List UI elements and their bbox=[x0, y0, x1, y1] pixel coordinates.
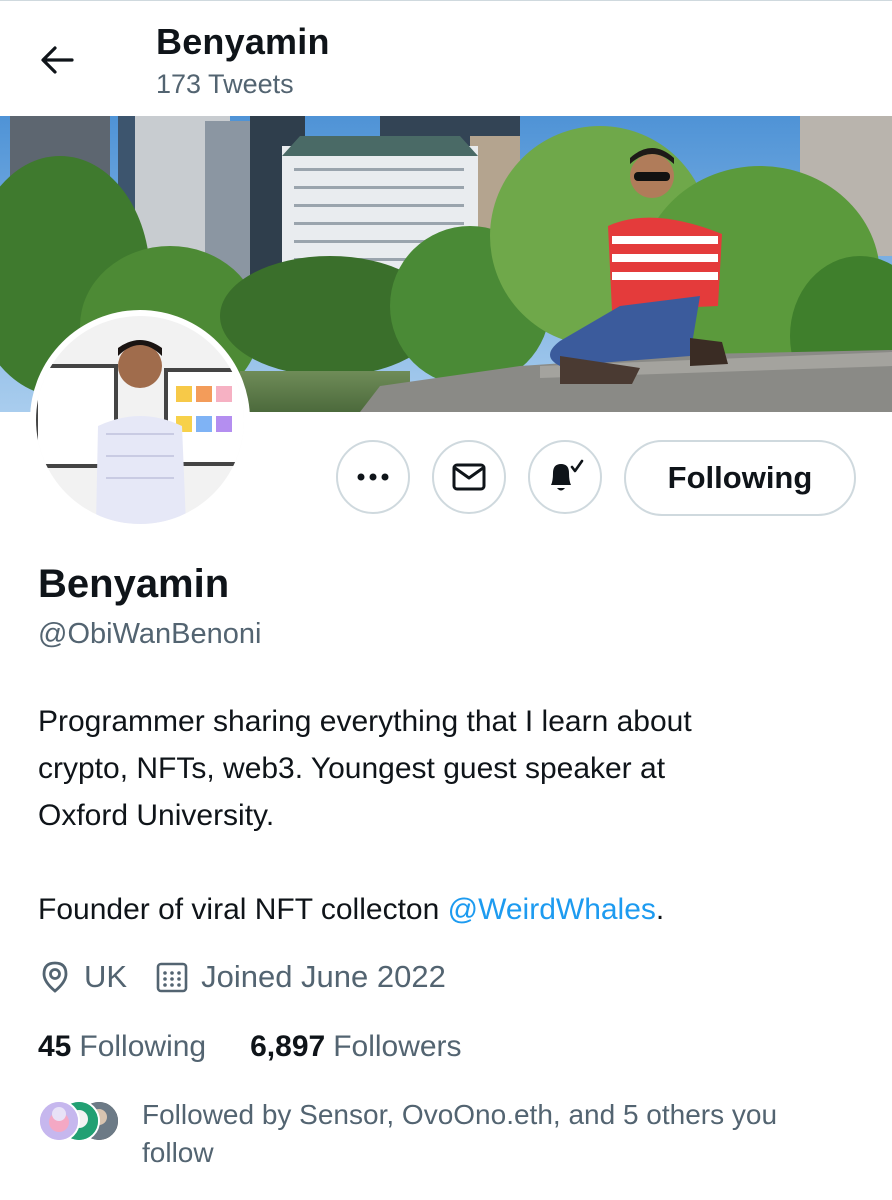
bio-line: Programmer sharing everything that I lea… bbox=[38, 705, 692, 738]
bio-line: Founder of viral NFT collecton @WeirdWha… bbox=[38, 886, 858, 933]
location: UK bbox=[38, 959, 127, 995]
following-button[interactable]: Following bbox=[624, 440, 856, 516]
location-text: UK bbox=[84, 959, 128, 994]
followed-by-line: Followed by Sensor, OvoOno.eth, and 5 ot… bbox=[142, 1099, 778, 1130]
followed-by-text: Followed by Sensor, OvoOno.eth, and 5 ot… bbox=[142, 1096, 862, 1172]
back-button[interactable] bbox=[34, 37, 80, 83]
profile-bio: Programmer sharing everything that I lea… bbox=[38, 698, 858, 933]
following-link[interactable]: 45 Following bbox=[38, 1030, 206, 1064]
calendar-icon bbox=[156, 962, 188, 993]
join-date-text: Joined June 2022 bbox=[201, 959, 446, 994]
message-button[interactable] bbox=[432, 440, 506, 514]
following-count: 45 bbox=[38, 1030, 72, 1063]
profile-avatar[interactable] bbox=[36, 316, 244, 524]
page-title: Benyamin bbox=[156, 21, 330, 62]
followed-by[interactable]: Followed by Sensor, OvoOno.eth, and 5 ot… bbox=[38, 1096, 868, 1172]
bio-line: Oxford University. bbox=[38, 799, 275, 832]
follow-stats: 45 Following 6,897 Followers bbox=[38, 1030, 506, 1064]
bell-check-icon bbox=[551, 459, 584, 491]
location-pin-icon bbox=[42, 961, 68, 993]
join-date: Joined June 2022 bbox=[155, 959, 446, 995]
avatar-image bbox=[36, 316, 244, 524]
top-navigation-bar: Benyamin 173 Tweets bbox=[0, 0, 892, 117]
followed-by-line: follow bbox=[142, 1137, 214, 1168]
bio-text: . bbox=[655, 893, 665, 926]
followers-label: Followers bbox=[333, 1030, 462, 1063]
bio-spacer bbox=[38, 839, 858, 886]
bio-line: crypto, NFTs, web3. Youngest guest speak… bbox=[38, 752, 666, 785]
following-label: Following bbox=[79, 1030, 207, 1063]
more-dots-icon bbox=[357, 473, 389, 481]
follower-avatars bbox=[38, 1100, 120, 1144]
bio-mention-link[interactable]: @WeirdWhales bbox=[448, 893, 656, 926]
arrow-left-icon bbox=[41, 46, 74, 74]
profile-handle: @ObiWanBenoni bbox=[38, 618, 262, 650]
profile-meta: UK Joined June 2022 bbox=[38, 955, 474, 999]
tweet-count: 173 Tweets bbox=[156, 69, 294, 99]
notifications-button[interactable] bbox=[528, 440, 602, 514]
envelope-icon bbox=[452, 463, 486, 491]
avatar bbox=[38, 1100, 80, 1142]
bio-text: Founder of viral NFT collecton bbox=[38, 893, 448, 926]
profile-name: Benyamin bbox=[38, 562, 230, 606]
followers-link[interactable]: 6,897 Followers bbox=[250, 1030, 461, 1064]
followers-count: 6,897 bbox=[250, 1030, 326, 1063]
more-options-button[interactable] bbox=[336, 440, 410, 514]
